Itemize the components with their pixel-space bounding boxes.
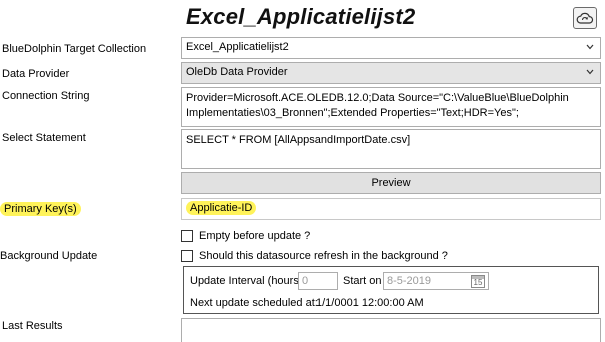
chevron-down-icon [586,44,594,50]
page-title: Excel_Applicatielijst2 [186,4,416,29]
preview-button[interactable]: Preview [181,172,601,194]
primary-key-label-text: Primary Key(s) [0,202,81,216]
background-schedule-group: Update Interval (hours) 0 Start on 8-5-2… [183,266,599,314]
cloud-sync-icon [576,12,594,24]
primary-key-input[interactable]: Applicatie-ID [181,198,601,220]
calendar-day: 15 [473,278,483,287]
select-statement-label: Select Statement [2,132,86,144]
data-provider-label: Data Provider [2,68,70,80]
background-update-label: Background Update [0,250,98,262]
background-refresh-option[interactable]: Should this datasource refresh in the ba… [181,250,448,262]
background-refresh-label: Should this datasource refresh in the ba… [199,250,448,262]
start-on-date-value: 8-5-2019 [387,275,432,287]
update-interval-input[interactable]: 0 [298,272,338,290]
last-results-box [181,318,601,342]
empty-before-update-option[interactable]: Empty before update ? [181,230,310,242]
primary-key-label: Primary Key(s) [0,202,81,216]
calendar-icon[interactable]: 15 [471,275,485,288]
chevron-down-icon [586,69,594,75]
data-provider-value: OleDb Data Provider [186,66,288,78]
primary-key-value: Applicatie-ID [186,201,257,215]
connection-string-label: Connection String [2,90,90,102]
empty-before-update-checkbox[interactable] [181,230,193,242]
next-update-value: 1/1/0001 12:00:00 AM [316,297,424,309]
target-collection-select[interactable]: Excel_Applicatielijst2 [181,37,601,59]
sync-button[interactable] [573,7,597,29]
target-collection-value: Excel_Applicatielijst2 [186,41,289,53]
start-on-label: Start on [343,275,382,287]
background-refresh-checkbox[interactable] [181,250,193,262]
select-statement-input[interactable]: SELECT * FROM [AllAppsandImportDate.csv] [181,129,601,169]
connection-string-input[interactable]: Provider=Microsoft.ACE.OLEDB.12.0;Data S… [181,87,601,127]
target-collection-label: BlueDolphin Target Collection [2,43,147,55]
next-update-label: Next update scheduled at: [190,297,318,309]
update-interval-label: Update Interval (hours) [190,275,303,287]
empty-before-update-label: Empty before update ? [199,230,311,242]
start-on-date-input[interactable]: 8-5-2019 15 [383,272,489,290]
last-results-label: Last Results [2,320,63,332]
data-provider-select[interactable]: OleDb Data Provider [181,62,601,84]
